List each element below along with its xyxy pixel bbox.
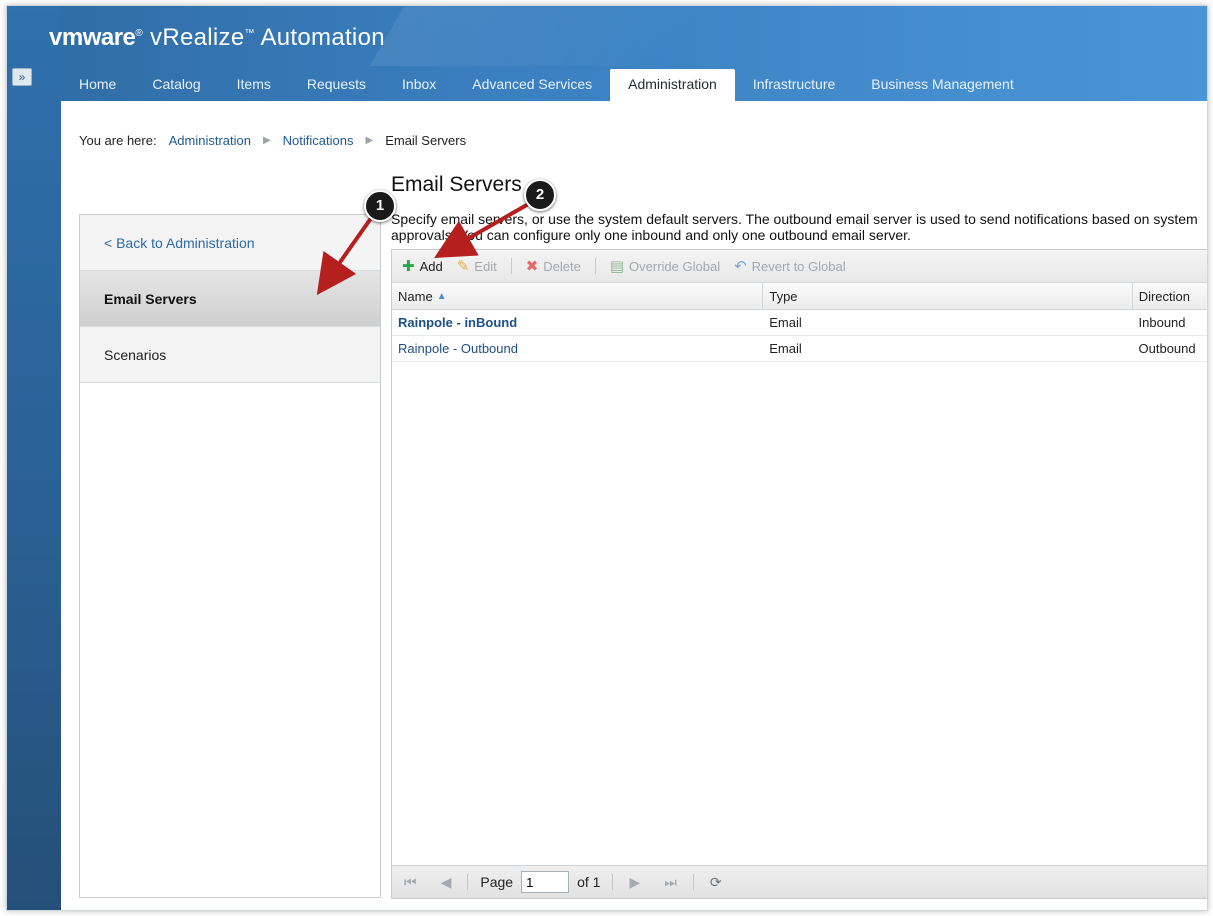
pager-divider: [612, 874, 614, 890]
toolbar-divider: [510, 258, 512, 274]
table-row[interactable]: Rainpole - inBound Email Inbound: [392, 310, 1207, 336]
server-name-link[interactable]: Rainpole - inBound: [398, 315, 517, 330]
back-to-administration-link[interactable]: < Back to Administration: [80, 215, 380, 271]
breadcrumb-administration[interactable]: Administration: [169, 133, 251, 148]
override-global-button[interactable]: ▤ Override Global: [610, 257, 720, 275]
tab-business-management[interactable]: Business Management: [853, 69, 1031, 101]
breadcrumb-separator-icon: ▶: [365, 135, 374, 146]
pager-divider: [692, 874, 694, 890]
sidebar: < Back to Administration Email Servers S…: [79, 214, 381, 898]
delete-button[interactable]: ✖ Delete: [526, 257, 581, 275]
tab-requests[interactable]: Requests: [289, 69, 384, 101]
left-rail: [7, 6, 61, 910]
app-logo: vmware® vRealize™ Automation: [49, 24, 385, 51]
product-name: vRealize: [150, 24, 245, 51]
tab-infrastructure[interactable]: Infrastructure: [735, 69, 853, 101]
expand-panel-icon[interactable]: »: [12, 68, 32, 86]
tab-administration[interactable]: Administration: [610, 69, 735, 101]
next-page-icon[interactable]: ▶: [629, 874, 640, 891]
revert-to-global-label: Revert to Global: [751, 258, 846, 274]
tab-catalog[interactable]: Catalog: [134, 69, 218, 101]
column-header-type[interactable]: Type: [763, 283, 1133, 309]
breadcrumb-notifications[interactable]: Notifications: [283, 133, 354, 148]
server-direction: Inbound: [1138, 315, 1186, 330]
description-line-2: approvals. You can configure only one in…: [391, 227, 911, 243]
breadcrumb-prefix: You are here:: [79, 133, 157, 148]
sidebar-item-scenarios[interactable]: Scenarios: [80, 327, 380, 383]
delete-button-label: Delete: [543, 258, 581, 274]
tab-items[interactable]: Items: [219, 69, 289, 101]
main-nav: Home Catalog Items Requests Inbox Advanc…: [61, 69, 1032, 101]
undo-arrow-icon: ↶: [734, 258, 747, 275]
browser-frame: vmware® vRealize™ Automation » Home Cata…: [6, 5, 1208, 911]
table-header: Name ▲ Type Direction: [392, 283, 1207, 310]
tab-home[interactable]: Home: [61, 69, 134, 101]
revert-to-global-button[interactable]: ↶ Revert to Global: [734, 257, 846, 275]
previous-page-icon[interactable]: ◀: [441, 874, 452, 891]
sort-ascending-icon: ▲: [436, 290, 447, 302]
toolbar-divider: [594, 258, 596, 274]
callout-1: 1: [364, 190, 396, 222]
column-type-label: Type: [769, 288, 798, 304]
brand-name: vmware: [49, 24, 136, 51]
last-page-icon[interactable]: ⏭: [664, 874, 677, 891]
grid-toolbar: ✚ Add ✎ Edit ✖ Delete ▤ Override Global: [392, 250, 1207, 283]
delete-x-icon: ✖: [525, 258, 539, 275]
column-header-name[interactable]: Name ▲: [392, 283, 764, 309]
description-line-1: Specify email servers, or use the system…: [391, 211, 1198, 227]
breadcrumb-separator-icon: ▶: [262, 135, 271, 146]
column-name-label: Name: [398, 288, 433, 304]
document-icon: ▤: [609, 258, 625, 275]
server-type: Email: [769, 315, 802, 330]
callout-2: 2: [524, 179, 556, 211]
server-direction: Outbound: [1138, 341, 1196, 356]
plus-icon: ✚: [402, 258, 415, 275]
pencil-icon: ✎: [456, 258, 470, 275]
override-global-label: Override Global: [629, 258, 721, 274]
grid-pager: ⏮ ◀ Page of 1 ▶ ⏭ ⟳: [392, 865, 1207, 898]
page-count-label: of 1: [577, 874, 601, 890]
email-servers-grid: ✚ Add ✎ Edit ✖ Delete ▤ Override Global: [391, 249, 1207, 899]
banner-decoration: [369, 6, 705, 66]
server-type: Email: [769, 341, 802, 356]
breadcrumb-current: Email Servers: [385, 133, 467, 148]
page-label: Page: [480, 874, 514, 890]
page-description: Specify email servers, or use the system…: [391, 211, 1207, 243]
server-name-link[interactable]: Rainpole - Outbound: [398, 341, 518, 356]
content-area: You are here: Administration ▶ Notificat…: [61, 101, 1207, 910]
sidebar-item-email-servers[interactable]: Email Servers: [80, 271, 380, 327]
page-number-input[interactable]: [521, 871, 570, 893]
product-suffix: Automation: [260, 24, 385, 51]
column-header-direction[interactable]: Direction: [1133, 283, 1207, 309]
add-button[interactable]: ✚ Add: [402, 257, 443, 275]
breadcrumb: You are here: Administration ▶ Notificat…: [79, 133, 466, 148]
edit-button-label: Edit: [474, 258, 497, 274]
edit-button[interactable]: ✎ Edit: [457, 257, 497, 275]
tab-inbox[interactable]: Inbox: [384, 69, 454, 101]
page-title: Email Servers: [391, 173, 522, 196]
refresh-icon[interactable]: ⟳: [710, 874, 722, 891]
add-button-label: Add: [419, 258, 443, 274]
pager-divider: [467, 874, 469, 890]
tab-advanced-services[interactable]: Advanced Services: [454, 69, 610, 101]
first-page-icon[interactable]: ⏮: [404, 874, 417, 891]
column-direction-label: Direction: [1138, 288, 1190, 304]
table-row[interactable]: Rainpole - Outbound Email Outbound: [392, 336, 1207, 362]
